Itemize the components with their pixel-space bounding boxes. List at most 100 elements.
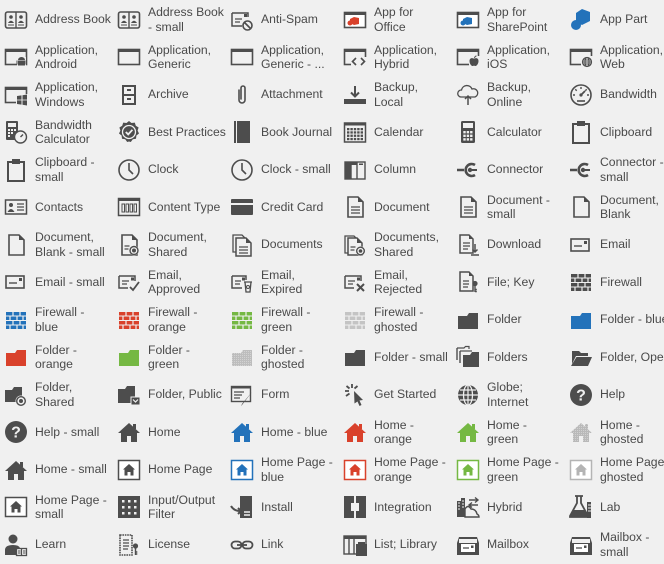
stencil-item-get-started[interactable]: Get Started bbox=[339, 376, 452, 413]
stencil-item-home[interactable]: Home bbox=[113, 414, 226, 451]
stencil-item-application-generic[interactable]: Application, Generic - ... bbox=[226, 39, 339, 76]
stencil-item-connector-small[interactable]: Connector - small bbox=[565, 151, 664, 188]
stencil-item-mailbox-small[interactable]: Mailbox - small bbox=[565, 526, 664, 563]
stencil-item-attachment[interactable]: Attachment bbox=[226, 76, 339, 113]
stencil-item-home-ghosted[interactable]: Home - ghosted bbox=[565, 414, 664, 451]
stencil-item-content-type[interactable]: Content Type bbox=[113, 189, 226, 226]
stencil-item-label: Application, Generic bbox=[148, 42, 212, 72]
stencil-item-label: Folder bbox=[487, 312, 522, 327]
stencil-item-home-small[interactable]: Home - small bbox=[0, 451, 113, 488]
stencil-item-documents-shared[interactable]: Documents, Shared bbox=[339, 226, 452, 263]
stencil-item-form[interactable]: Form bbox=[226, 376, 339, 413]
stencil-item-file-key[interactable]: File; Key bbox=[452, 264, 565, 301]
stencil-item-integration[interactable]: Integration bbox=[339, 489, 452, 526]
stencil-item-lab[interactable]: Lab bbox=[565, 489, 664, 526]
stencil-item-mailbox[interactable]: Mailbox bbox=[452, 526, 565, 563]
home-page-icon bbox=[4, 495, 28, 519]
stencil-item-clipboard[interactable]: Clipboard bbox=[565, 114, 664, 151]
folder-icon bbox=[230, 345, 254, 369]
stencil-item-calculator[interactable]: Calculator bbox=[452, 114, 565, 151]
stencil-item-home-page-green[interactable]: Home Page - green bbox=[452, 451, 565, 488]
stencil-item-clock[interactable]: Clock bbox=[113, 151, 226, 188]
stencil-item-home-page-ghosted[interactable]: Home Page - ghosted bbox=[565, 451, 664, 488]
stencil-item-bandwidth[interactable]: Bandwidth bbox=[565, 76, 664, 113]
stencil-item-email[interactable]: Email bbox=[565, 226, 664, 263]
stencil-item-home-blue[interactable]: Home - blue bbox=[226, 414, 339, 451]
stencil-item-home-page-blue[interactable]: Home Page - blue bbox=[226, 451, 339, 488]
stencil-item-input-output-filter[interactable]: Input/Output Filter bbox=[113, 489, 226, 526]
stencil-item-document-shared[interactable]: Document, Shared bbox=[113, 226, 226, 263]
stencil-item-clock-small[interactable]: Clock - small bbox=[226, 151, 339, 188]
stencil-item-column[interactable]: Column bbox=[339, 151, 452, 188]
stencil-item-application-android[interactable]: Application, Android bbox=[0, 39, 113, 76]
stencil-item-document[interactable]: Document bbox=[339, 189, 452, 226]
stencil-item-link[interactable]: Link bbox=[226, 526, 339, 563]
stencil-item-home-page-small[interactable]: Home Page - small bbox=[0, 489, 113, 526]
stencil-item-globe-internet[interactable]: Globe; Internet bbox=[452, 376, 565, 413]
stencil-item-backup-local[interactable]: Backup, Local bbox=[339, 76, 452, 113]
backup-online-icon bbox=[456, 83, 480, 107]
stencil-item-application-hybrid[interactable]: Application, Hybrid bbox=[339, 39, 452, 76]
stencil-item-hybrid[interactable]: Hybrid bbox=[452, 489, 565, 526]
stencil-item-folder-shared[interactable]: Folder, Shared bbox=[0, 376, 113, 413]
stencil-item-folder[interactable]: Folder bbox=[452, 301, 565, 338]
stencil-item-firewall[interactable]: Firewall bbox=[565, 264, 664, 301]
stencil-item-firewall-blue[interactable]: Firewall - blue bbox=[0, 301, 113, 338]
stencil-item-download[interactable]: Download bbox=[452, 226, 565, 263]
stencil-item-application-web[interactable]: Application, Web bbox=[565, 39, 664, 76]
stencil-item-label: Anti-Spam bbox=[261, 12, 318, 27]
stencil-item-home-green[interactable]: Home - green bbox=[452, 414, 565, 451]
stencil-item-app-part[interactable]: App Part bbox=[565, 1, 664, 38]
stencil-item-email-approved[interactable]: Email, Approved bbox=[113, 264, 226, 301]
stencil-item-help[interactable]: ? Help bbox=[565, 376, 664, 413]
stencil-item-firewall-ghosted[interactable]: Firewall - ghosted bbox=[339, 301, 452, 338]
stencil-item-email-rejected[interactable]: Email, Rejected bbox=[339, 264, 452, 301]
stencil-item-credit-card[interactable]: Credit Card bbox=[226, 189, 339, 226]
stencil-item-email-expired[interactable]: Email, Expired bbox=[226, 264, 339, 301]
stencil-item-best-practices[interactable]: Best Practices bbox=[113, 114, 226, 151]
globe-icon bbox=[456, 383, 480, 407]
stencil-item-connector[interactable]: Connector bbox=[452, 151, 565, 188]
stencil-item-documents[interactable]: Documents bbox=[226, 226, 339, 263]
stencil-item-address-book-small[interactable]: Address Book - small bbox=[113, 1, 226, 38]
stencil-item-label: Get Started bbox=[374, 387, 437, 402]
stencil-item-backup-online[interactable]: Backup, Online bbox=[452, 76, 565, 113]
install-icon bbox=[230, 495, 254, 519]
stencil-item-folder-ghosted[interactable]: Folder - ghosted bbox=[226, 339, 339, 376]
stencil-item-application-generic[interactable]: Application, Generic bbox=[113, 39, 226, 76]
stencil-item-folder-orange[interactable]: Folder - orange bbox=[0, 339, 113, 376]
stencil-item-home-page-orange[interactable]: Home Page - orange bbox=[339, 451, 452, 488]
stencil-item-label: Book Journal bbox=[261, 124, 333, 139]
stencil-item-document-small[interactable]: Document - small bbox=[452, 189, 565, 226]
stencil-item-folder-green[interactable]: Folder - green bbox=[113, 339, 226, 376]
stencil-item-home-orange[interactable]: Home - orange bbox=[339, 414, 452, 451]
stencil-item-document-blank-small[interactable]: Document, Blank - small bbox=[0, 226, 113, 263]
stencil-item-folder-blue[interactable]: Folder - blue bbox=[565, 301, 664, 338]
stencil-item-help-small[interactable]: ? Help - small bbox=[0, 414, 113, 451]
stencil-item-folder-open[interactable]: Folder, Open bbox=[565, 339, 664, 376]
stencil-item-app-for-office[interactable]: App for Office bbox=[339, 1, 452, 38]
stencil-item-archive[interactable]: Archive bbox=[113, 76, 226, 113]
stencil-item-clipboard-small[interactable]: Clipboard - small bbox=[0, 151, 113, 188]
stencil-item-bandwidth-calculator[interactable]: Bandwidth Calculator bbox=[0, 114, 113, 151]
stencil-item-firewall-green[interactable]: Firewall - green bbox=[226, 301, 339, 338]
stencil-item-book-journal[interactable]: Book Journal bbox=[226, 114, 339, 151]
stencil-item-contacts[interactable]: Contacts bbox=[0, 189, 113, 226]
stencil-item-folder-public[interactable]: Folder, Public bbox=[113, 376, 226, 413]
stencil-item-folder-small[interactable]: Folder - small bbox=[339, 339, 452, 376]
stencil-item-license[interactable]: License bbox=[113, 526, 226, 563]
stencil-item-email-small[interactable]: Email - small bbox=[0, 264, 113, 301]
stencil-item-calendar[interactable]: Calendar bbox=[339, 114, 452, 151]
stencil-item-list-library[interactable]: List; Library bbox=[339, 526, 452, 563]
stencil-item-document-blank[interactable]: Document, Blank bbox=[565, 189, 664, 226]
stencil-item-home-page[interactable]: Home Page bbox=[113, 451, 226, 488]
stencil-item-address-book[interactable]: Address Book bbox=[0, 1, 113, 38]
stencil-item-firewall-orange[interactable]: Firewall - orange bbox=[113, 301, 226, 338]
stencil-item-install[interactable]: Install bbox=[226, 489, 339, 526]
stencil-item-learn[interactable]: Learn bbox=[0, 526, 113, 563]
stencil-item-application-windows[interactable]: Application, Windows bbox=[0, 76, 113, 113]
stencil-item-application-ios[interactable]: Application, iOS bbox=[452, 39, 565, 76]
stencil-item-folders[interactable]: Folders bbox=[452, 339, 565, 376]
stencil-item-app-for-sharepoint[interactable]: App for SharePoint bbox=[452, 1, 565, 38]
stencil-item-anti-spam[interactable]: Anti-Spam bbox=[226, 1, 339, 38]
